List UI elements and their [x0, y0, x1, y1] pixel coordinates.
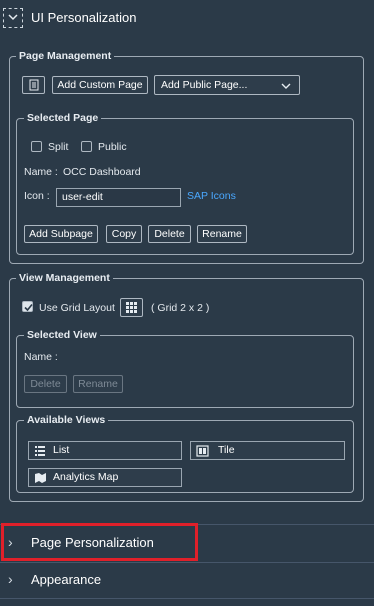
- grid-icon: [126, 302, 137, 313]
- use-grid-layout-label: Use Grid Layout: [39, 302, 115, 314]
- add-custom-page-button[interactable]: Add Custom Page: [52, 76, 148, 94]
- grid-info: ( Grid 2 x 2 ): [151, 302, 210, 314]
- highlight-box: [1, 523, 198, 561]
- add-public-page-label: Add Public Page...: [161, 79, 248, 91]
- tile-icon: [196, 445, 209, 457]
- chevron-down-icon: [281, 83, 291, 89]
- page-management-legend: Page Management: [16, 50, 115, 62]
- split-checkbox[interactable]: [31, 141, 42, 152]
- panel-title: UI Personalization: [31, 10, 137, 25]
- public-label: Public: [98, 141, 127, 153]
- view-item-list[interactable]: List: [28, 441, 182, 460]
- page-list-button[interactable]: [22, 76, 45, 94]
- rename-page-button[interactable]: Rename: [197, 225, 247, 243]
- selected-page-legend: Selected Page: [24, 112, 102, 124]
- add-public-page-dropdown[interactable]: Add Public Page...: [154, 75, 300, 95]
- public-checkbox[interactable]: [81, 141, 92, 152]
- use-grid-layout-checkbox[interactable]: [22, 301, 33, 312]
- view-item-tile[interactable]: Tile: [190, 441, 345, 460]
- view-name-label: Name :: [24, 351, 58, 363]
- separator: [0, 598, 374, 599]
- delete-page-button[interactable]: Delete: [148, 225, 191, 243]
- page-name-value: OCC Dashboard: [63, 166, 141, 178]
- add-subpage-button[interactable]: Add Subpage: [24, 225, 98, 243]
- chevron-right-icon: ›: [8, 571, 13, 587]
- view-item-label: Analytics Map: [53, 471, 119, 483]
- selected-view-legend: Selected View: [24, 329, 100, 341]
- collapse-toggle-icon[interactable]: [3, 8, 23, 28]
- sap-icons-link[interactable]: SAP Icons: [187, 190, 236, 202]
- appearance-title: Appearance: [31, 572, 102, 587]
- checkmark-icon: [24, 303, 33, 312]
- view-management-legend: View Management: [16, 272, 113, 284]
- list-icon: [35, 446, 45, 456]
- delete-view-button[interactable]: Delete: [24, 375, 67, 393]
- selected-view-group: [16, 335, 354, 408]
- copy-button[interactable]: Copy: [106, 225, 142, 243]
- view-item-label: List: [53, 444, 70, 456]
- available-views-legend: Available Views: [24, 414, 109, 426]
- page-name-label: Name :: [24, 166, 58, 178]
- icon-input[interactable]: user-edit: [56, 188, 181, 207]
- view-item-analytics-map[interactable]: Analytics Map: [28, 468, 182, 487]
- page-list-icon: [29, 79, 38, 91]
- map-icon: [35, 473, 46, 483]
- split-label: Split: [48, 141, 69, 153]
- grid-layout-button[interactable]: [120, 298, 143, 317]
- rename-view-button[interactable]: Rename: [73, 375, 123, 393]
- view-item-label: Tile: [218, 444, 235, 456]
- icon-label: Icon :: [24, 190, 50, 202]
- appearance-section[interactable]: › Appearance: [0, 563, 374, 597]
